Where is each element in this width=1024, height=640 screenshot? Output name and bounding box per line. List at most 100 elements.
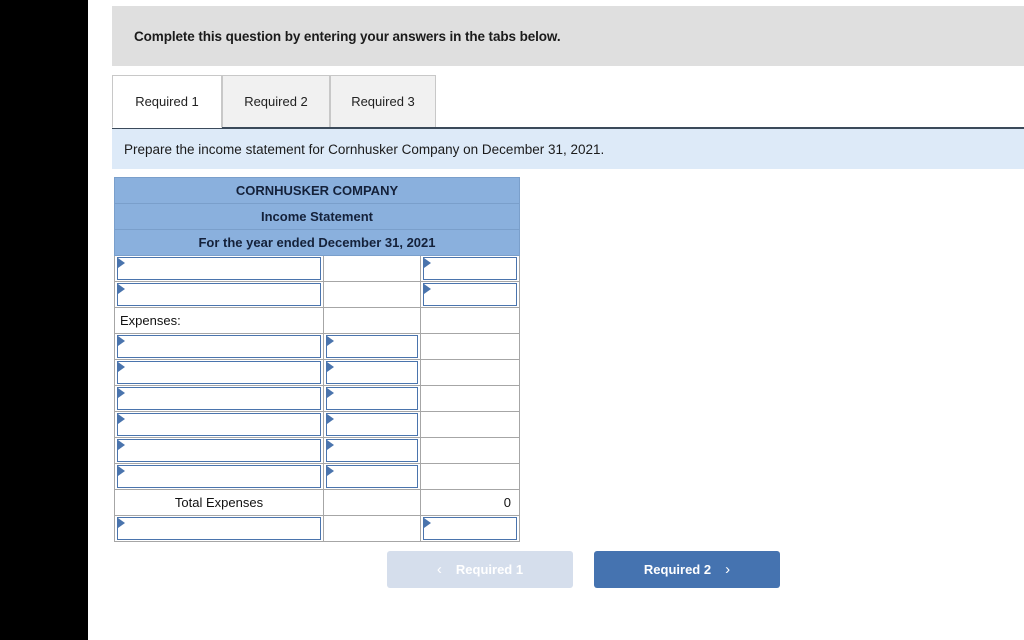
dropdown-caret-icon bbox=[118, 362, 125, 372]
expense6-account-cell[interactable] bbox=[114, 463, 324, 490]
expenses-section-label: Expenses: bbox=[114, 307, 324, 334]
dropdown-caret-icon bbox=[327, 362, 334, 372]
worksheet-title-statement: Income Statement bbox=[114, 203, 520, 230]
tab-strip: Required 1 Required 2 Required 3 bbox=[112, 75, 1024, 128]
tab-required-1[interactable]: Required 1 bbox=[112, 75, 222, 128]
row1-account-combo[interactable] bbox=[117, 257, 321, 280]
expense3-amount-combo[interactable] bbox=[326, 387, 418, 410]
expense2-total-cell[interactable] bbox=[420, 359, 520, 386]
dropdown-caret-icon bbox=[327, 414, 334, 424]
dropdown-caret-icon bbox=[424, 518, 431, 528]
row2-account-combo[interactable] bbox=[117, 283, 321, 306]
table-row-total-expenses: Total Expenses 0 bbox=[114, 489, 520, 516]
netincome-total-combo[interactable] bbox=[423, 517, 517, 540]
row1-total-combo[interactable] bbox=[423, 257, 517, 280]
expense1-total-cell[interactable] bbox=[420, 333, 520, 360]
expenses-row-amount-cell bbox=[323, 307, 421, 334]
tab-required-3[interactable]: Required 3 bbox=[330, 75, 436, 128]
table-row bbox=[114, 385, 520, 412]
row1-account-cell[interactable] bbox=[114, 255, 324, 282]
question-prompt-text: Prepare the income statement for Cornhus… bbox=[124, 141, 605, 157]
expense4-amount-combo[interactable] bbox=[326, 413, 418, 436]
worksheet-header-row-period: For the year ended December 31, 2021 bbox=[114, 229, 520, 256]
expense1-amount-combo[interactable] bbox=[326, 335, 418, 358]
netincome-account-cell[interactable] bbox=[114, 515, 324, 542]
dropdown-caret-icon bbox=[327, 336, 334, 346]
total-expenses-value: 0 bbox=[420, 489, 520, 516]
expense4-amount-cell[interactable] bbox=[323, 411, 421, 438]
expense3-amount-cell[interactable] bbox=[323, 385, 421, 412]
expense1-account-cell[interactable] bbox=[114, 333, 324, 360]
worksheet-title-company: CORNHUSKER COMPANY bbox=[114, 177, 520, 204]
expense1-amount-cell[interactable] bbox=[323, 333, 421, 360]
dropdown-caret-icon bbox=[424, 258, 431, 268]
table-row bbox=[114, 463, 520, 490]
chevron-left-icon: ‹ bbox=[436, 561, 442, 578]
page-root: Complete this question by entering your … bbox=[0, 0, 1024, 640]
navigation-bar: ‹ Required 1 Required 2 › bbox=[88, 551, 1024, 589]
tab-required-2[interactable]: Required 2 bbox=[222, 75, 330, 128]
netincome-account-combo[interactable] bbox=[117, 517, 321, 540]
row1-total-cell[interactable] bbox=[420, 255, 520, 282]
table-row bbox=[114, 437, 520, 464]
worksheet-header-row-statement: Income Statement bbox=[114, 203, 520, 230]
expense1-account-combo[interactable] bbox=[117, 335, 321, 358]
next-required-2-label: Required 2 bbox=[643, 562, 712, 577]
netincome-total-cell[interactable] bbox=[420, 515, 520, 542]
instruction-banner-text: Complete this question by entering your … bbox=[134, 28, 561, 44]
expense5-account-cell[interactable] bbox=[114, 437, 324, 464]
table-row bbox=[114, 359, 520, 386]
next-required-2-button[interactable]: Required 2 › bbox=[594, 551, 780, 588]
dropdown-caret-icon bbox=[118, 440, 125, 450]
row2-amount-cell[interactable] bbox=[323, 281, 421, 308]
expense4-total-cell[interactable] bbox=[420, 411, 520, 438]
netincome-amount-cell[interactable] bbox=[323, 515, 421, 542]
row2-total-combo[interactable] bbox=[423, 283, 517, 306]
table-row bbox=[114, 515, 520, 542]
expense2-account-combo[interactable] bbox=[117, 361, 321, 384]
expense2-amount-cell[interactable] bbox=[323, 359, 421, 386]
expenses-row-total-cell bbox=[420, 307, 520, 334]
dropdown-caret-icon bbox=[424, 284, 431, 294]
row2-account-cell[interactable] bbox=[114, 281, 324, 308]
expense2-account-cell[interactable] bbox=[114, 359, 324, 386]
tab-required-1-label: Required 1 bbox=[135, 94, 199, 109]
dropdown-caret-icon bbox=[327, 440, 334, 450]
expense5-total-cell[interactable] bbox=[420, 437, 520, 464]
table-row bbox=[114, 333, 520, 360]
left-gutter bbox=[0, 0, 88, 640]
expense3-total-cell[interactable] bbox=[420, 385, 520, 412]
dropdown-caret-icon bbox=[118, 284, 125, 294]
expense3-account-combo[interactable] bbox=[117, 387, 321, 410]
tab-required-3-label: Required 3 bbox=[351, 94, 415, 109]
table-row bbox=[114, 281, 520, 308]
expense5-amount-combo[interactable] bbox=[326, 439, 418, 462]
dropdown-caret-icon bbox=[327, 388, 334, 398]
expense6-amount-cell[interactable] bbox=[323, 463, 421, 490]
expense5-amount-cell[interactable] bbox=[323, 437, 421, 464]
main-content: Complete this question by entering your … bbox=[88, 0, 1024, 640]
tab-required-2-label: Required 2 bbox=[244, 94, 308, 109]
dropdown-caret-icon bbox=[327, 466, 334, 476]
table-row bbox=[114, 255, 520, 282]
expense2-amount-combo[interactable] bbox=[326, 361, 418, 384]
row1-amount-cell[interactable] bbox=[323, 255, 421, 282]
expense4-account-combo[interactable] bbox=[117, 413, 321, 436]
total-expenses-blank-cell bbox=[323, 489, 421, 516]
expense6-account-combo[interactable] bbox=[117, 465, 321, 488]
expense6-amount-combo[interactable] bbox=[326, 465, 418, 488]
row2-total-cell[interactable] bbox=[420, 281, 520, 308]
expense4-account-cell[interactable] bbox=[114, 411, 324, 438]
expense3-account-cell[interactable] bbox=[114, 385, 324, 412]
income-statement-worksheet: CORNHUSKER COMPANY Income Statement For … bbox=[114, 177, 520, 542]
worksheet-title-period: For the year ended December 31, 2021 bbox=[114, 229, 520, 256]
prev-required-1-button[interactable]: ‹ Required 1 bbox=[387, 551, 573, 588]
expense5-account-combo[interactable] bbox=[117, 439, 321, 462]
dropdown-caret-icon bbox=[118, 466, 125, 476]
question-prompt-bar: Prepare the income statement for Cornhus… bbox=[112, 129, 1024, 169]
table-row bbox=[114, 411, 520, 438]
dropdown-caret-icon bbox=[118, 388, 125, 398]
expense6-total-cell[interactable] bbox=[420, 463, 520, 490]
total-expenses-label: Total Expenses bbox=[114, 489, 324, 516]
prev-required-1-label: Required 1 bbox=[455, 562, 524, 577]
